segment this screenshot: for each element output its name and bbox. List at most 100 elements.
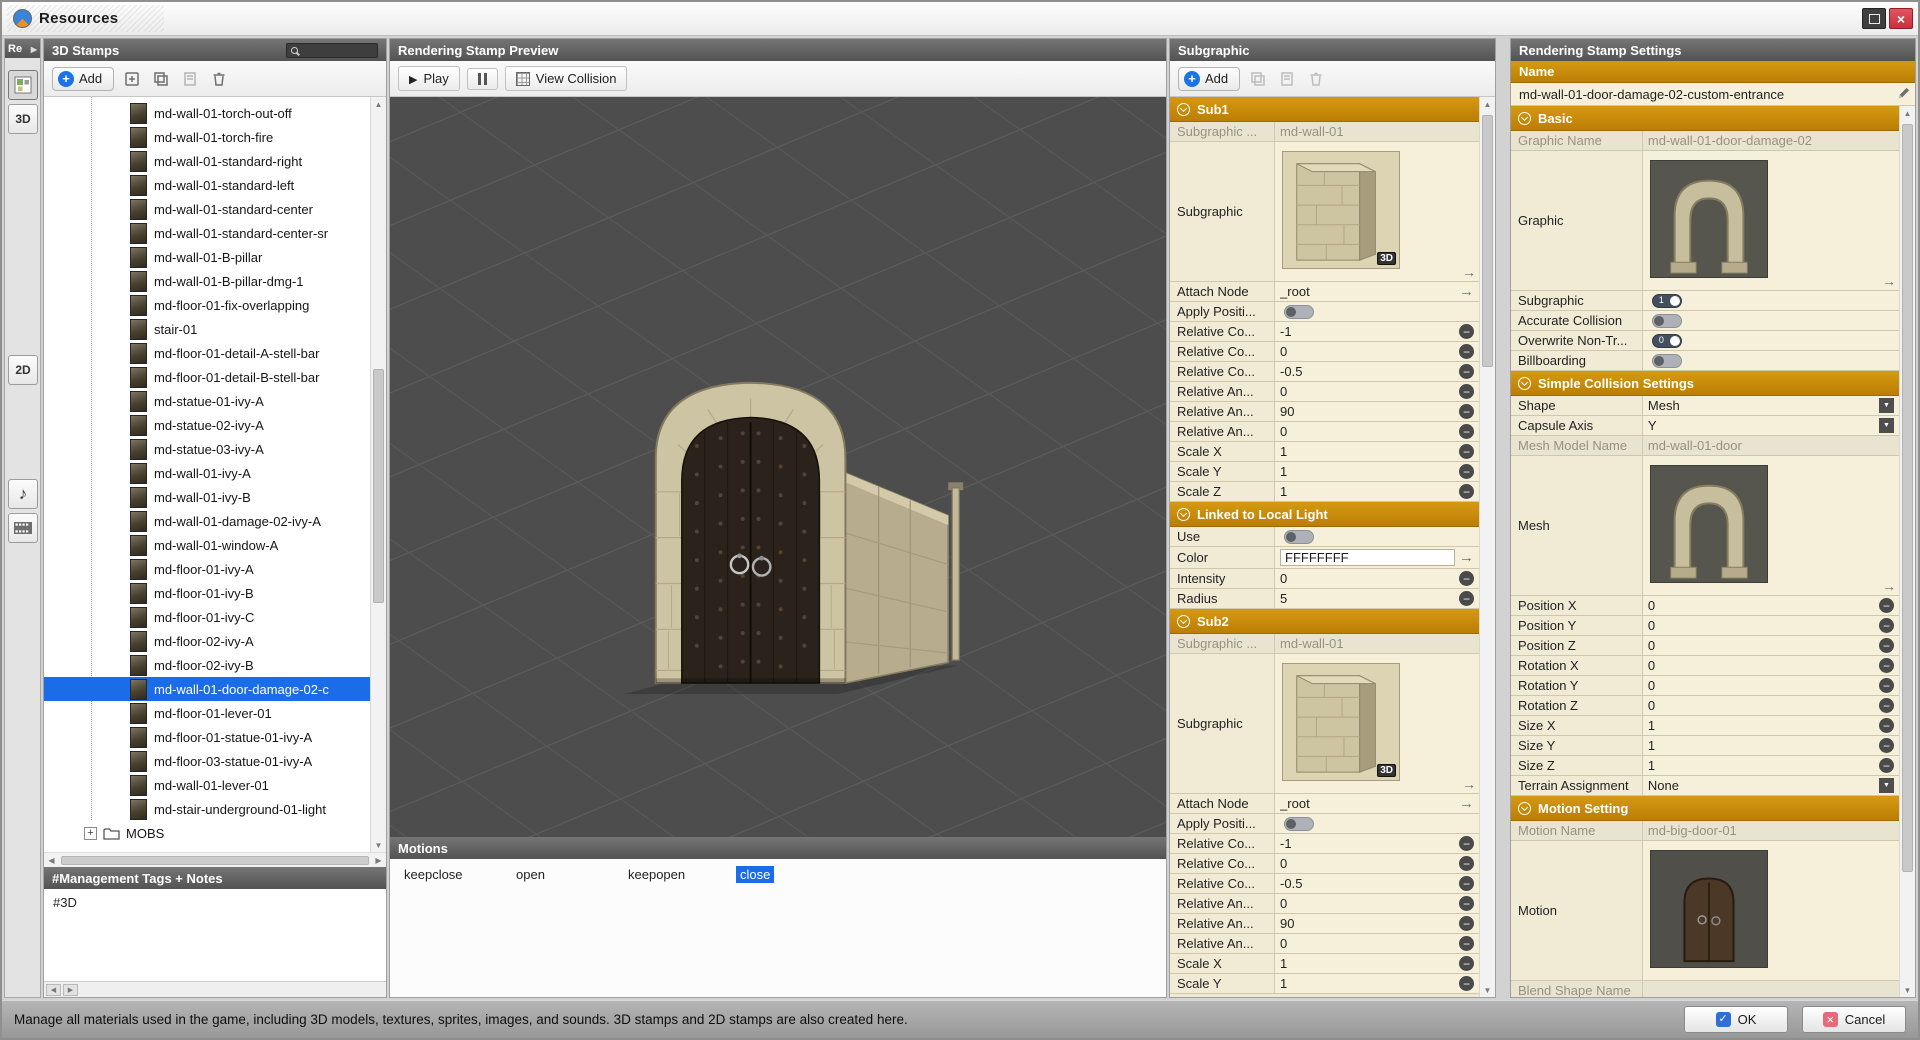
property-value[interactable]: Mesh — [1643, 396, 1899, 415]
thumbnail-picker[interactable] — [1282, 151, 1400, 269]
value-control[interactable] — [1652, 314, 1682, 328]
name-field[interactable]: md-wall-01-door-damage-02-custom-entranc… — [1511, 83, 1915, 106]
value-control[interactable] — [1459, 324, 1474, 339]
property-value[interactable]: 0 — [1643, 696, 1899, 715]
pause-button[interactable] — [467, 68, 498, 90]
property-value[interactable]: 0 — [1275, 422, 1479, 441]
property-value[interactable]: 1 — [1643, 291, 1899, 310]
property-value[interactable] — [1643, 841, 1899, 980]
duplicate-button[interactable] — [150, 68, 172, 90]
scroll-down-icon[interactable] — [1480, 983, 1495, 997]
scroll-up-icon[interactable] — [1480, 97, 1495, 111]
property-value[interactable]: 1 — [1643, 756, 1899, 775]
scroll-thumb[interactable] — [1902, 124, 1913, 872]
thumbnail-picker[interactable] — [1650, 465, 1768, 583]
tree-item[interactable]: md-wall-01-ivy-A — [44, 461, 370, 485]
tree-item[interactable]: md-statue-02-ivy-A — [44, 413, 370, 437]
property-value[interactable] — [1275, 527, 1479, 546]
scroll-thumb[interactable] — [1482, 115, 1493, 367]
tree-item[interactable]: md-wall-01-torch-fire — [44, 125, 370, 149]
property-value[interactable] — [1643, 981, 1899, 997]
picker-arrow-icon[interactable] — [1462, 776, 1476, 793]
property-value[interactable]: 1 — [1275, 954, 1479, 973]
tree-item[interactable]: md-wall-01-damage-02-ivy-A — [44, 509, 370, 533]
tree-item[interactable]: md-floor-01-lever-01 — [44, 701, 370, 725]
property-value[interactable] — [1643, 311, 1899, 330]
scroll-right-icon[interactable] — [63, 984, 78, 996]
property-value[interactable]: 1 — [1275, 442, 1479, 461]
value-control[interactable] — [1459, 856, 1474, 871]
value-control[interactable] — [1879, 658, 1894, 673]
property-value[interactable]: FFFFFFFF — [1275, 547, 1479, 568]
tree-item[interactable]: md-wall-01-standard-left — [44, 173, 370, 197]
value-control[interactable] — [1459, 344, 1474, 359]
value-control[interactable] — [1879, 778, 1894, 793]
property-value[interactable]: 1 — [1643, 716, 1899, 735]
tree-item[interactable]: md-floor-02-ivy-A — [44, 629, 370, 653]
value-control[interactable] — [1284, 817, 1314, 831]
property-value[interactable]: 0 — [1275, 342, 1479, 361]
property-value[interactable]: 0 — [1643, 676, 1899, 695]
tree-item[interactable]: md-floor-03-statue-01-ivy-A — [44, 749, 370, 773]
property-value[interactable] — [1275, 142, 1479, 281]
property-value[interactable]: 5 — [1275, 589, 1479, 608]
value-control[interactable] — [1879, 698, 1894, 713]
property-value[interactable]: -0.5 — [1275, 874, 1479, 893]
search-input[interactable] — [286, 43, 378, 58]
tree-item[interactable]: md-wall-01-standard-right — [44, 149, 370, 173]
tree-item[interactable]: md-floor-01-fix-overlapping — [44, 293, 370, 317]
tree-item[interactable]: md-stair-underground-01-light — [44, 797, 370, 821]
value-control[interactable] — [1879, 678, 1894, 693]
tree-item[interactable]: md-wall-01-standard-center — [44, 197, 370, 221]
value-control[interactable] — [1459, 956, 1474, 971]
subgraphic-scrollbar[interactable] — [1479, 97, 1495, 997]
collapse-chevron-icon[interactable] — [1177, 103, 1190, 116]
tree-item[interactable]: md-floor-01-detail-B-stell-bar — [44, 365, 370, 389]
thumbnail-picker[interactable] — [1282, 663, 1400, 781]
tree-item[interactable]: md-wall-01-torch-out-off — [44, 101, 370, 125]
property-value[interactable]: 0 — [1275, 854, 1479, 873]
value-control[interactable] — [1459, 484, 1474, 499]
value-control[interactable] — [1459, 464, 1474, 479]
property-value[interactable]: 90 — [1275, 402, 1479, 421]
expander-icon[interactable]: + — [84, 827, 97, 840]
value-control[interactable] — [1459, 550, 1474, 565]
value-control[interactable] — [1459, 976, 1474, 991]
value-control[interactable]: 0 — [1652, 334, 1682, 348]
tree-item[interactable]: md-wall-01-ivy-B — [44, 485, 370, 509]
3d-viewport[interactable] — [390, 97, 1166, 837]
tree-item[interactable]: md-statue-01-ivy-A — [44, 389, 370, 413]
tree-item[interactable]: md-floor-01-ivy-A — [44, 557, 370, 581]
notes-hscrollbar[interactable] — [44, 981, 386, 997]
motion-item[interactable]: open — [512, 867, 624, 882]
value-control[interactable]: 1 — [1652, 294, 1682, 308]
window-menu-button[interactable] — [1862, 8, 1886, 29]
value-control[interactable] — [1459, 284, 1474, 299]
thumbnail-picker[interactable] — [1650, 160, 1768, 278]
view-collision-button[interactable]: View Collision — [505, 66, 628, 91]
property-value[interactable] — [1275, 302, 1479, 321]
value-control[interactable] — [1879, 418, 1894, 433]
tree-item[interactable]: md-floor-01-ivy-B — [44, 581, 370, 605]
value-control[interactable] — [1459, 876, 1474, 891]
property-value[interactable]: 0 — [1643, 656, 1899, 675]
tab-sounds[interactable]: ♪ — [8, 479, 38, 509]
property-value[interactable]: _root — [1275, 282, 1479, 301]
collapsed-resources-tab[interactable]: Re — [5, 39, 40, 58]
value-control[interactable] — [1459, 936, 1474, 951]
tab-movies[interactable] — [8, 513, 38, 543]
value-control[interactable] — [1459, 836, 1474, 851]
motion-item[interactable]: close — [736, 867, 848, 882]
property-value[interactable]: -0.5 — [1275, 362, 1479, 381]
collapse-chevron-icon[interactable] — [1177, 615, 1190, 628]
collapse-chevron-icon[interactable] — [1518, 802, 1531, 815]
tree-folder-mobs[interactable]: + MOBS — [44, 821, 370, 845]
scroll-left-icon[interactable] — [46, 984, 61, 996]
add-stamp-button[interactable]: + Add — [52, 67, 114, 91]
play-button[interactable]: Play — [398, 66, 460, 91]
tree-item[interactable]: md-floor-01-ivy-C — [44, 605, 370, 629]
property-value[interactable] — [1643, 351, 1899, 370]
value-control[interactable] — [1459, 796, 1474, 811]
value-control[interactable] — [1459, 916, 1474, 931]
value-control[interactable] — [1652, 354, 1682, 368]
